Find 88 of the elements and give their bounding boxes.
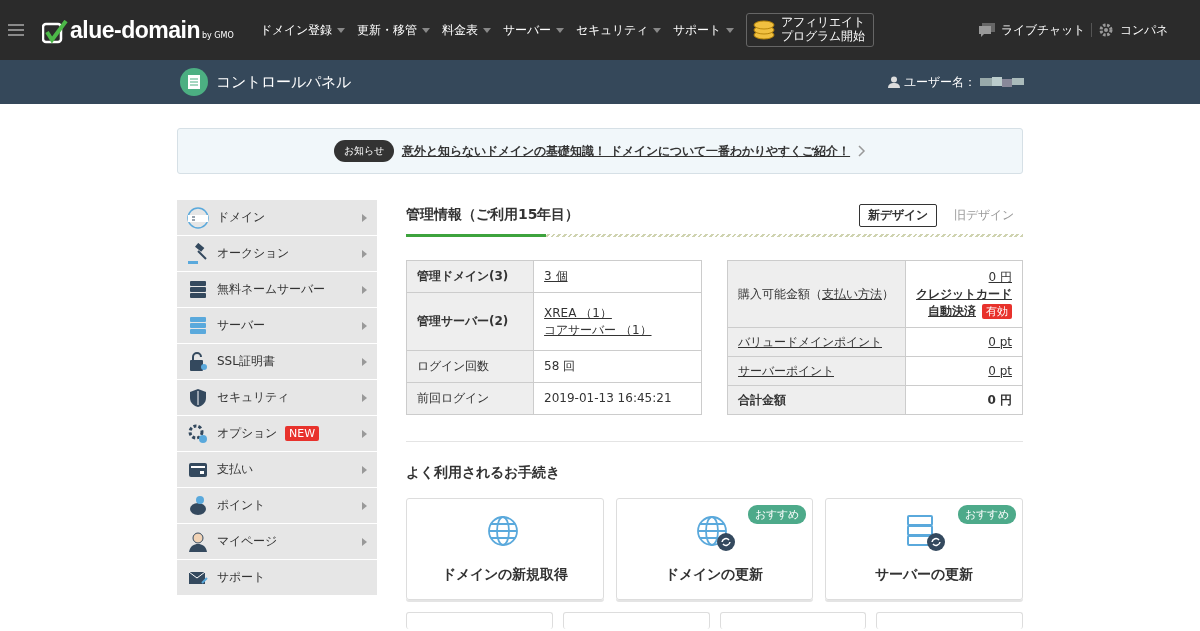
design-tab[interactable]: 新デザイン [859, 203, 937, 227]
nav-menu-item[interactable]: セキュリティ [575, 21, 661, 39]
recommended-badge: おすすめ [748, 505, 807, 524]
person-icon [187, 530, 209, 553]
sidebar-item[interactable]: セキュリティ [177, 380, 377, 416]
user-label: ユーザー名： [904, 73, 976, 91]
arrow-right-icon [362, 321, 367, 330]
procedure-card[interactable] [719, 612, 867, 629]
amount-link[interactable]: 0 円 [915, 268, 1012, 286]
arrow-right-icon [362, 357, 367, 366]
lock-icon [187, 350, 209, 373]
sidebar-item[interactable]: マイページ [177, 524, 377, 560]
table-header-cell: ログイン回数 [406, 350, 534, 383]
arrow-right-icon [362, 249, 367, 258]
affiliate-button[interactable]: アフィリエイト プログラム開始 [745, 13, 874, 47]
arrow-right-icon [362, 465, 367, 474]
table-header-cell: 管理サーバー(2) [406, 292, 534, 351]
page-title: コントロールパネル [216, 72, 351, 92]
recommended-badge: おすすめ [958, 505, 1016, 524]
coins-icon [752, 20, 775, 40]
nav-menu-item[interactable]: 料金表 [441, 21, 491, 39]
sidebar-item[interactable]: オークション [177, 236, 377, 272]
section-title: 管理情報（ご利用15年目） [406, 206, 580, 224]
nav-menu-item[interactable]: サーバー [502, 21, 564, 39]
shield-icon [187, 386, 209, 409]
sidebar-item[interactable]: オプション NEW [177, 416, 377, 452]
control-panel-link[interactable]: コンパネ [1098, 21, 1168, 39]
table-cell-text: 58 回 [544, 358, 577, 376]
blurred-username-icon [980, 76, 1024, 88]
sidebar-item[interactable]: SSL証明書 [177, 344, 377, 380]
table-header-cell: 管理ドメイン(3) [406, 260, 534, 293]
notice-link[interactable]: 意外と知らないドメインの基礎知識！ ドメインについて一番わかりやすくご紹介！ [401, 142, 851, 160]
notice-badge: お知らせ [333, 140, 394, 162]
server-icon [187, 314, 209, 337]
sidebar-item[interactable]: ポイント [177, 488, 377, 524]
sidebar-item[interactable]: サーバー [177, 308, 377, 344]
arrow-right-icon [362, 429, 367, 438]
arrow-right-icon [362, 213, 367, 222]
payment-method-link[interactable]: 支払い方法 [822, 286, 882, 301]
table-cell-text: 2019-01-13 16:45:21 [544, 390, 673, 408]
procedure-card[interactable]: ドメインの新規取得 [406, 498, 604, 600]
live-chat-link[interactable]: ライブチャット [979, 21, 1085, 39]
arrow-right-icon [362, 537, 367, 546]
new-badge: NEW [285, 426, 320, 441]
table-header-cell: 購入可能金額（支払い方法） [727, 260, 906, 328]
nav-menu-item[interactable]: 更新・移管 [356, 21, 430, 39]
table-cell: 0 円 [905, 385, 1023, 415]
caret-icon [336, 27, 345, 33]
nav-menu-item[interactable]: サポート [672, 21, 734, 39]
credit-card-link[interactable]: クレジットカード [915, 285, 1012, 303]
logo-text: alue-domain [70, 16, 200, 44]
arrow-right-icon [362, 285, 367, 294]
table-header-cell: 前回ログイン [406, 382, 534, 415]
table-header-cell: 合計金額 [727, 385, 906, 415]
nav-menu-item[interactable]: ドメイン登録 [259, 21, 345, 39]
procedure-card[interactable] [876, 612, 1023, 629]
chevron-right-icon [858, 145, 867, 157]
sidebar-item[interactable]: サポート [177, 560, 377, 596]
control-panel-icon [180, 68, 208, 96]
procedure-card[interactable]: おすすめ サーバーの更新 [825, 498, 1023, 600]
procedure-card[interactable]: おすすめ ドメインの更新 [615, 498, 814, 600]
caret-icon [652, 27, 661, 33]
table-link[interactable]: コアサーバー （1） [544, 321, 691, 339]
arrow-right-icon [362, 393, 367, 402]
auto-payment-link[interactable]: 自動決済 [928, 303, 976, 318]
status-badge: 有効 [982, 303, 1012, 319]
user-icon [888, 76, 900, 88]
logo-subtext: by GMO [201, 30, 234, 40]
checkbox-logo-icon [42, 19, 68, 44]
sidebar-item[interactable]: 無料ネームサーバー [177, 272, 377, 308]
chat-icon [979, 23, 995, 37]
globe-icon [187, 206, 209, 229]
caret-icon [482, 27, 491, 33]
table-link[interactable]: XREA （1） [544, 304, 691, 322]
caret-icon [421, 27, 430, 33]
menu-icon[interactable] [8, 24, 24, 36]
caret-icon [555, 27, 564, 33]
sidebar-item[interactable]: 支払い [177, 452, 377, 488]
section-title: よく利用されるお手続き [406, 464, 561, 482]
sidebar-item[interactable]: ドメイン [177, 200, 377, 236]
gear-icon [1098, 22, 1114, 38]
server-icon [187, 278, 209, 301]
caret-icon [725, 27, 734, 33]
procedure-card[interactable] [406, 612, 553, 629]
gear-icon [187, 422, 209, 445]
procedure-card[interactable] [562, 612, 710, 629]
gavel-icon [187, 242, 209, 265]
arrow-right-icon [362, 501, 367, 510]
